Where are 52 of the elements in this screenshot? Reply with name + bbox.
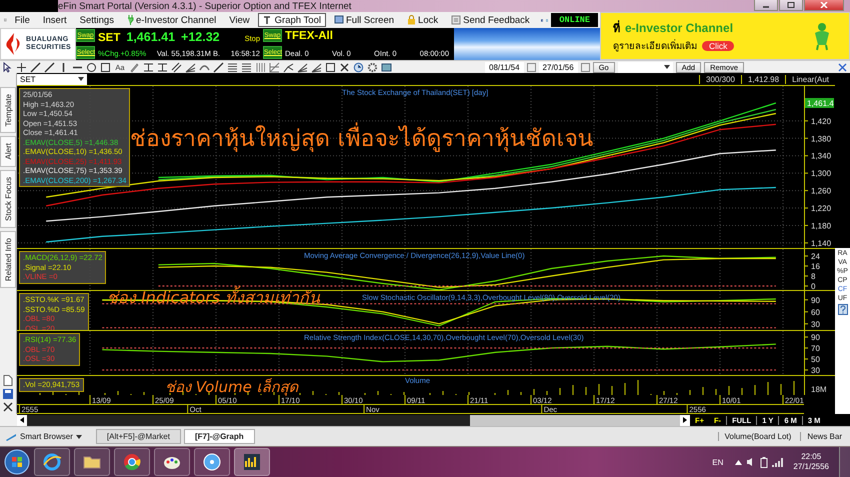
y-tick-label: 16 — [811, 262, 820, 271]
axis-tick-label: 24 — [804, 252, 820, 261]
axis-tick-label: 1,420 — [804, 116, 832, 126]
axis-tick-label: 1,220 — [804, 204, 832, 214]
y-tick-label: 8 — [811, 272, 816, 281]
y-tick-label: 24 — [811, 252, 820, 261]
y-tick-label: 1,260 — [811, 186, 832, 196]
y-tick-label: 1,420 — [811, 116, 832, 126]
y-tick-label: 1,180 — [811, 221, 832, 230]
y-tick-label: 1,300 — [811, 169, 832, 178]
y-tick-label: 0 — [811, 282, 816, 291]
y-tick-label: 90 — [811, 333, 820, 342]
axis-tick-label: 8 — [804, 272, 816, 281]
y-tick-label: 50 — [811, 354, 820, 364]
y-tick-label: 70 — [811, 344, 820, 354]
index-symbol: SET — [98, 32, 120, 44]
axis-tick-label: 1,260 — [804, 186, 832, 196]
y-tick-label: 1,380 — [811, 134, 832, 144]
axis-tick-label: 90 — [804, 333, 820, 342]
axis-tick-label: 30 — [804, 320, 820, 329]
axis-tick-label: 18M — [811, 385, 827, 394]
last-value-label: 1,461.4 — [805, 98, 834, 108]
banner-title: e-Investor Channel — [625, 21, 734, 35]
cursor-value: 1,412.98 — [740, 74, 786, 84]
y-tick-label: 1,220 — [811, 204, 832, 214]
axis-tick-label: 1,380 — [804, 134, 832, 144]
annotation-text: ช่องราคาหุ้นใหญ่สุด เพื่อจะได้ดูราคาหุ้นชัดเจน — [130, 120, 594, 160]
banner-text: ที่ — [613, 19, 620, 37]
market-symbol: TFEX-All — [285, 30, 333, 42]
axis-tick-label: 1,180 — [804, 221, 832, 230]
axis-tick-label: 1,340 — [804, 152, 832, 161]
y-tick-label: 90 — [811, 296, 820, 305]
index-change: +12.32 — [181, 30, 220, 44]
axis-tick-label: 50 — [804, 355, 820, 364]
axis-tick-label: 1,300 — [804, 169, 832, 178]
axis-tick-label: 60 — [804, 308, 820, 317]
banner-text: ดูรายละเอียดเพิ่มเติม — [613, 38, 697, 53]
axis-tick-label: 16 — [804, 262, 820, 271]
y-tick-label: 1,340 — [811, 152, 832, 161]
axis-tick-label: 90 — [804, 296, 820, 305]
axis-tick-label: 1,140 — [804, 238, 832, 248]
axis-tick-label: 30 — [804, 366, 820, 375]
y-tick-label: 30 — [811, 320, 820, 329]
y-tick-label: 30 — [811, 366, 820, 375]
axis-tick-label: 0 — [804, 282, 816, 290]
y-tick-label: 60 — [811, 308, 820, 317]
y-tick-label: 1,140 — [811, 238, 832, 248]
window-title: eFin Smart Portal (Version 4.3.1) - Superior Option and TFEX Internet — [58, 0, 352, 12]
connection-status: ONLINE — [551, 13, 598, 27]
axis-tick-label: 70 — [804, 344, 820, 353]
index-last-price: 1,461.41 — [126, 30, 176, 44]
bar-count: 300/300 — [699, 74, 741, 84]
